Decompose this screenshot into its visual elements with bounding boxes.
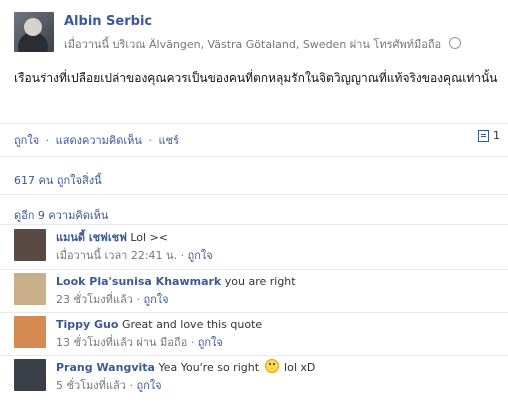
- author-name[interactable]: Albin Serbic: [64, 14, 461, 29]
- comment-separator: ·: [136, 293, 140, 306]
- post-meta-text: เมื่อวานนี้ บริเวณ Älvängen, Västra Göta…: [64, 38, 442, 51]
- comment-item: Tippy Guo Great and love this quote 13 ช…: [14, 316, 496, 352]
- comment-separator: ·: [180, 249, 185, 262]
- comment-text: Lol ><: [130, 231, 169, 244]
- facebook-post: Albin Serbic เมื่อวานนี้ บริเวณ Älvängen…: [0, 0, 508, 403]
- smiley-emoji-icon: [264, 359, 279, 373]
- comment-like-link[interactable]: ถูกใจ: [143, 293, 168, 306]
- comment-item: Look Pla'sunisa Khawmark you are right 2…: [14, 273, 496, 309]
- comment-time: เมื่อวานนี้ เวลา 22:41 น.: [56, 249, 178, 262]
- separator: ·: [45, 134, 50, 147]
- avatar[interactable]: [14, 229, 46, 261]
- separator: ·: [148, 134, 152, 147]
- comment-like-link[interactable]: ถูกใจ: [188, 249, 213, 262]
- view-more-comments[interactable]: ดูอีก 9 ความคิดเห็น: [14, 206, 108, 224]
- post-actions: ถูกใจ · แสดงความคิดเห็น · แชร์: [14, 131, 179, 149]
- avatar[interactable]: [14, 273, 46, 305]
- comment-icon: [478, 129, 489, 142]
- comment-item: Prang Wangvita Yea You're so right lol x…: [14, 359, 496, 395]
- comment-separator: ·: [190, 336, 195, 349]
- comment-count[interactable]: 1: [478, 129, 500, 142]
- avatar[interactable]: [14, 359, 46, 391]
- divider-comment-list: [0, 224, 508, 225]
- comment-text: Yea You're so right: [158, 361, 260, 374]
- divider-comments: [0, 194, 508, 195]
- author-avatar[interactable]: [14, 12, 54, 52]
- comment-separator: ·: [129, 379, 133, 392]
- comment-author[interactable]: แมนดี้ เชฟเชฟ: [56, 231, 127, 244]
- divider-comment: [0, 269, 508, 270]
- globe-icon: [448, 37, 461, 49]
- like-link[interactable]: ถูกใจ: [14, 134, 39, 147]
- comment-text: you are right: [224, 275, 296, 288]
- comment-item: แมนดี้ เชฟเชฟ Lol >< เมื่อวานนี้ เวลา 22…: [14, 229, 496, 265]
- post-header: Albin Serbic เมื่อวานนี้ บริเวณ Älvängen…: [14, 12, 461, 53]
- author-info: Albin Serbic เมื่อวานนี้ บริเวณ Älvängen…: [64, 12, 461, 53]
- post-text: เรือนร่างที่เปลือยเปล่าของคุณควรเป็นของค…: [14, 71, 498, 85]
- share-link[interactable]: แชร์: [158, 134, 178, 147]
- comment-link[interactable]: แสดงความคิดเห็น: [56, 134, 142, 147]
- comment-count-value: 1: [493, 129, 500, 142]
- divider-comment: [0, 312, 508, 313]
- comment-text-after: lol xD: [284, 361, 316, 374]
- comment-author[interactable]: Prang Wangvita: [56, 361, 155, 374]
- divider-comment: [0, 355, 508, 356]
- comment-like-link[interactable]: ถูกใจ: [136, 379, 161, 392]
- comment-like-link[interactable]: ถูกใจ: [198, 336, 223, 349]
- comment-time: 13 ชั่วโมงที่แล้ว ผ่าน มือถือ: [56, 336, 188, 349]
- likes-summary[interactable]: 617 คน ถูกใจสิ่งนี้: [14, 171, 102, 189]
- divider-likes: [0, 156, 508, 157]
- divider-top: [0, 123, 508, 124]
- post-meta: เมื่อวานนี้ บริเวณ Älvängen, Västra Göta…: [64, 35, 461, 53]
- avatar[interactable]: [14, 316, 46, 348]
- comment-text: Great and love this quote: [121, 318, 263, 331]
- comment-time: 23 ชั่วโมงที่แล้ว: [56, 293, 133, 306]
- comment-time: 5 ชั่วโมงที่แล้ว: [56, 379, 126, 392]
- comment-author[interactable]: Tippy Guo: [56, 318, 118, 331]
- comment-author[interactable]: Look Pla'sunisa Khawmark: [56, 275, 221, 288]
